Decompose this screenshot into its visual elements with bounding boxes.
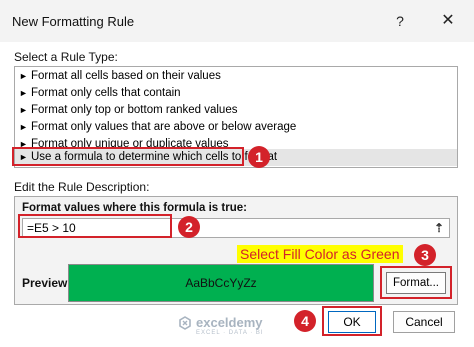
rule-item-label: Format all cells based on their values <box>31 70 221 82</box>
step-badge-1: 1 <box>248 146 270 168</box>
dialog-title: New Formatting Rule <box>12 14 135 29</box>
rule-type-label: Select a Rule Type: <box>14 50 118 64</box>
formula-label: Format values where this formula is true… <box>22 202 247 214</box>
arrow-right-icon: ► <box>19 122 28 132</box>
preview-swatch: AaBbCcYyZz <box>68 264 374 302</box>
preview-label: Preview: <box>22 276 72 290</box>
collapse-dialog-icon[interactable]: ⇡ <box>431 220 447 236</box>
ok-button[interactable]: OK <box>328 311 376 333</box>
rule-item-top-bottom[interactable]: ► Format only top or bottom ranked values <box>15 102 457 119</box>
fill-color-annotation: Select Fill Color as Green <box>237 245 403 263</box>
rule-item-label: Format only cells that contain <box>31 87 181 99</box>
step2-highlight <box>18 214 172 238</box>
rule-item-above-below-average[interactable]: ► Format only values that are above or be… <box>15 119 457 136</box>
help-icon[interactable]: ? <box>388 10 412 32</box>
arrow-right-icon: ► <box>19 105 28 115</box>
arrow-right-icon: ► <box>19 88 28 98</box>
rule-item-label: Format only top or bottom ranked values <box>31 104 238 116</box>
exceldemy-logo-icon <box>179 316 191 330</box>
step-badge-3: 3 <box>414 244 436 266</box>
close-icon[interactable]: ✕ <box>436 10 460 32</box>
rule-item-cells-contain[interactable]: ► Format only cells that contain <box>15 85 457 102</box>
preview-sample-text: AaBbCcYyZz <box>185 276 257 290</box>
format-button[interactable]: Format... <box>386 272 446 294</box>
arrow-right-icon: ► <box>19 71 28 81</box>
rule-item-all-cells[interactable]: ► Format all cells based on their values <box>15 68 457 85</box>
step-badge-2: 2 <box>178 216 200 238</box>
rule-item-label: Format only values that are above or bel… <box>31 121 297 133</box>
step1-highlight <box>12 147 244 166</box>
watermark-name: exceldemy <box>196 315 263 330</box>
rule-description-label: Edit the Rule Description: <box>14 180 150 194</box>
watermark-tagline: EXCEL · DATA · BI <box>196 330 264 336</box>
step-badge-4: 4 <box>294 310 316 332</box>
dialog-titlebar: New Formatting Rule ? ✕ <box>0 0 474 42</box>
cancel-button[interactable]: Cancel <box>393 311 455 333</box>
